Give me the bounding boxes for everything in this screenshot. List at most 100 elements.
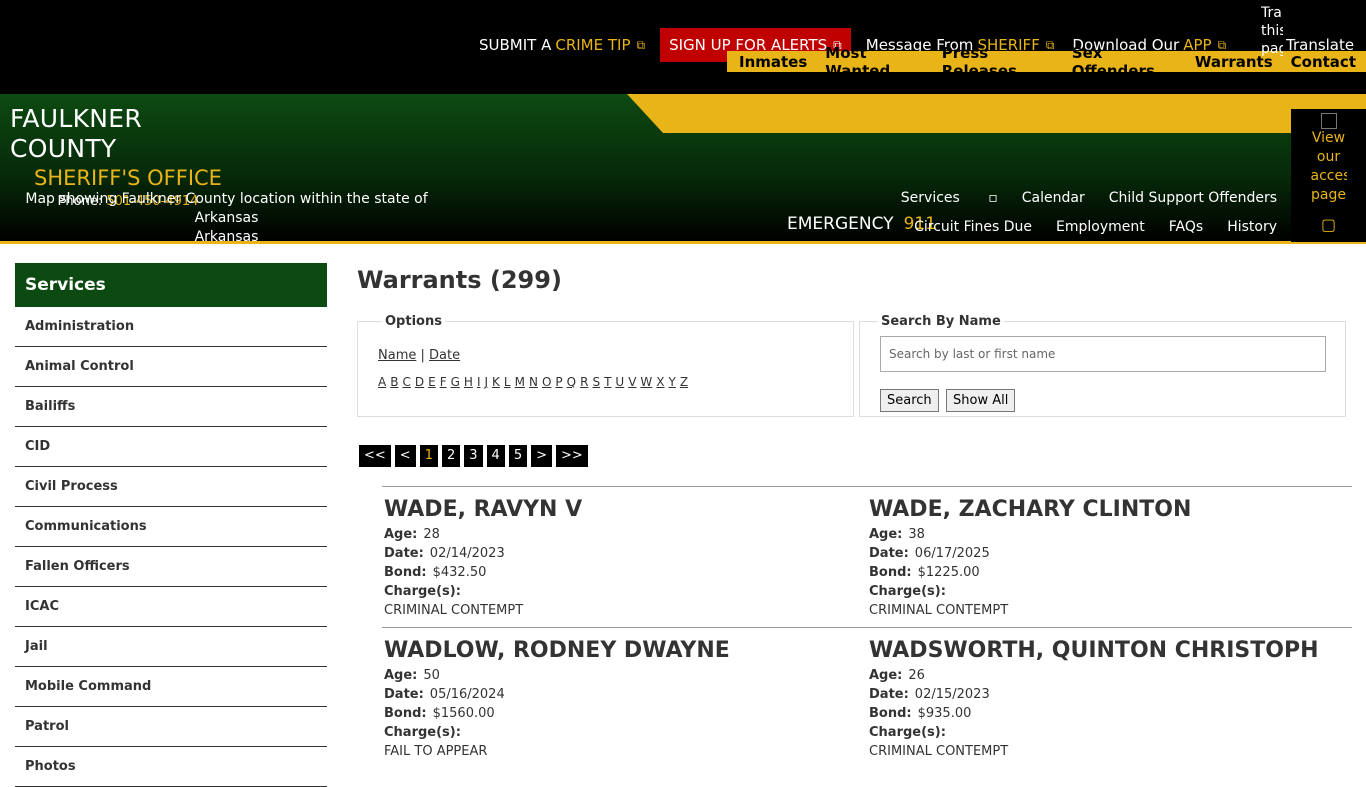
letter-filter-b[interactable]: B [390,375,398,389]
age-value: 38 [908,527,925,542]
sidebar-item-jail[interactable]: Jail [15,627,327,667]
record-name[interactable]: WADE, RAVYN V [384,495,864,525]
letter-filter-m[interactable]: M [515,375,525,389]
age-value: 26 [908,668,925,683]
letter-filter-h[interactable]: H [464,375,473,389]
options-legend: Options [382,314,445,329]
sidebar-item-fallen-officers[interactable]: Fallen Officers [15,547,327,587]
letter-filter-s[interactable]: S [592,375,600,389]
letter-filter-r[interactable]: R [580,375,588,389]
pager-first[interactable]: << [359,445,391,467]
nav-calendar[interactable]: Calendar [1022,190,1085,206]
nav-child-support-offenders[interactable]: Child Support Offenders [1109,190,1277,206]
record-bond: Bond: $935.00 [869,704,1349,723]
pager-next[interactable]: > [531,445,553,467]
age-label: Age: [384,668,418,683]
pager-page-5[interactable]: 5 [508,445,528,467]
sort-by-name-link[interactable]: Name [378,348,416,363]
letter-filter-y[interactable]: Y [669,375,676,389]
record-name[interactable]: WADE, ZACHARY CLINTON [869,495,1349,525]
nav-faqs[interactable]: FAQs [1169,219,1203,235]
bond-value: $935.00 [917,706,972,721]
chevron-down-icon: ▫ [988,190,998,206]
sidebar-item-administration[interactable]: Administration [15,307,327,347]
header-nav-top: Services ▫ Calendar Child Support Offend… [853,190,1277,206]
sidebar-item-mobile-command[interactable]: Mobile Command [15,667,327,707]
nav-most-wanted[interactable]: Most Wanted [813,44,929,80]
letter-filter-c[interactable]: C [402,375,410,389]
date-value: 02/14/2023 [429,546,505,561]
pager-last[interactable]: >> [556,445,588,467]
sidebar-item-patrol[interactable]: Patrol [15,707,327,747]
letter-filter-a[interactable]: A [378,375,386,389]
date-label: Date: [869,546,909,561]
sort-by-date-link[interactable]: Date [429,348,460,363]
sidebar-item-civil-process[interactable]: Civil Process [15,467,327,507]
letter-filter-v[interactable]: V [628,375,636,389]
pager-page-1[interactable]: 1 [419,445,438,467]
letter-filter-q[interactable]: Q [567,375,576,389]
nav-inmates[interactable]: Inmates [727,53,813,71]
sidebar-item-bailiffs[interactable]: Bailiffs [15,387,327,427]
bond-label: Bond: [869,565,912,580]
bond-label: Bond: [384,565,427,580]
letter-filter-e[interactable]: E [428,375,436,389]
letter-filter: ABCDEFGHIJKLMNOPQRSTUVWXYZ [378,375,692,389]
search-input[interactable] [880,336,1326,372]
record-name[interactable]: WADLOW, RODNEY DWAYNE [384,636,864,666]
record-age: Age: 50 [384,666,864,685]
letter-filter-p[interactable]: P [555,375,562,389]
sidebar-item-photos[interactable]: Photos [15,747,327,787]
translate-widget[interactable]: Translate this page Translate [1261,4,1366,84]
age-label: Age: [869,527,903,542]
record-name[interactable]: WADSWORTH, QUINTON CHRISTOPH [869,636,1349,666]
county-map-image: Map showing Faulkner County location wit… [0,190,453,247]
letter-filter-g[interactable]: G [451,375,460,389]
record-charges-label: Charge(s): [384,582,864,601]
pager-page-2[interactable]: 2 [441,445,461,467]
sidebar-item-animal-control[interactable]: Animal Control [15,347,327,387]
letter-filter-x[interactable]: X [656,375,664,389]
nav-history[interactable]: History [1227,219,1277,235]
pager-page-3[interactable]: 3 [464,445,483,467]
sidebar-item-cid[interactable]: CID [15,427,327,467]
letter-filter-f[interactable]: F [440,375,447,389]
sidebar-item-icac[interactable]: ICAC [15,587,327,627]
warrant-records: WADE, RAVYN V Age: 28 Date: 02/14/2023 Bon… [382,486,1352,768]
nav-services[interactable]: Services ▫ [877,190,998,206]
accessibility-link[interactable]: View our accessibility page ▢ [1291,109,1366,242]
letter-filter-d[interactable]: D [415,375,424,389]
letter-filter-j[interactable]: J [484,375,488,389]
letter-filter-z[interactable]: Z [680,375,688,389]
charges-label: Charge(s): [869,725,946,740]
nav-press-releases[interactable]: Press Releases [930,44,1060,80]
nav-employment[interactable]: Employment [1056,219,1145,235]
letter-filter-k[interactable]: K [492,375,500,389]
pager-prev[interactable]: < [394,445,416,467]
show-all-button[interactable]: Show All [946,389,1016,412]
pagination: << < 1 2 3 4 5 > >> [359,445,592,467]
translate-label[interactable]: Translate [1286,36,1354,54]
crime-tip-link[interactable]: SUBMIT A CRIME TIP ⧉ [470,28,654,62]
letter-filter-o[interactable]: O [542,375,551,389]
letter-filter-w[interactable]: W [640,375,652,389]
letter-filter-u[interactable]: U [615,375,624,389]
letter-filter-t[interactable]: T [604,375,611,389]
header-gold-band [627,94,1366,133]
nav-sex-offenders[interactable]: Sex Offenders [1060,44,1183,80]
pager-page-4[interactable]: 4 [486,445,505,467]
warrant-record: WADSWORTH, QUINTON CHRISTOPH Age: 26 Date… [869,636,1349,761]
date-label: Date: [384,687,424,702]
search-button[interactable]: Search [880,389,939,412]
charges-label: Charge(s): [384,725,461,740]
letter-filter-i[interactable]: I [477,375,481,389]
date-label: Date: [384,546,424,561]
age-label: Age: [869,668,903,683]
letter-filter-n[interactable]: N [529,375,538,389]
age-value: 50 [423,668,440,683]
letter-filter-l[interactable]: L [504,375,511,389]
sidebar-item-communications[interactable]: Communications [15,507,327,547]
nav-circuit-fines-due[interactable]: Circuit Fines Due [914,219,1032,235]
bond-value: $1225.00 [917,565,980,580]
record-charge: CRIMINAL CONTEMPT [869,744,1009,759]
